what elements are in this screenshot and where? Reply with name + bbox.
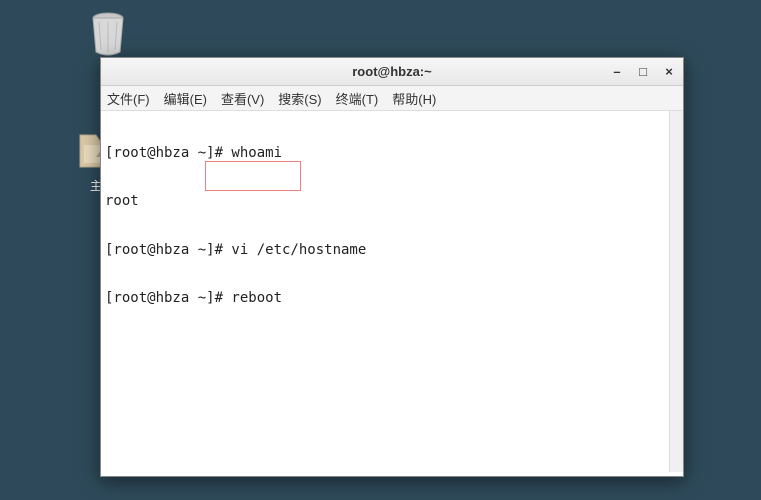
terminal-window: root@hbza:~ – □ × 文件(F) 编辑(E) 查看(V) 搜索(S… (100, 57, 684, 477)
maximize-button[interactable]: □ (635, 64, 651, 80)
menu-edit[interactable]: 编辑(E) (164, 89, 207, 108)
menubar: 文件(F) 编辑(E) 查看(V) 搜索(S) 终端(T) 帮助(H) (101, 86, 683, 111)
close-button[interactable]: × (661, 64, 677, 80)
menu-search[interactable]: 搜索(S) (278, 89, 321, 108)
menu-view[interactable]: 查看(V) (221, 89, 264, 108)
menu-file[interactable]: 文件(F) (107, 89, 150, 108)
trash-icon (84, 10, 132, 58)
titlebar[interactable]: root@hbza:~ – □ × (101, 58, 683, 86)
terminal-line: [root@hbza ~]# whoami (105, 145, 679, 161)
menu-help[interactable]: 帮助(H) (392, 89, 436, 108)
terminal-line: [root@hbza ~]# reboot (105, 290, 679, 306)
minimize-button[interactable]: – (609, 64, 625, 80)
menu-terminal[interactable]: 终端(T) (336, 89, 379, 108)
terminal-body[interactable]: [root@hbza ~]# whoami root [root@hbza ~]… (101, 111, 683, 476)
window-title: root@hbza:~ (101, 64, 683, 79)
terminal-line: [root@hbza ~]# vi /etc/hostname (105, 242, 679, 258)
terminal-line: root (105, 193, 679, 209)
annotation-highlight-box (205, 161, 301, 191)
scrollbar[interactable] (669, 111, 683, 472)
